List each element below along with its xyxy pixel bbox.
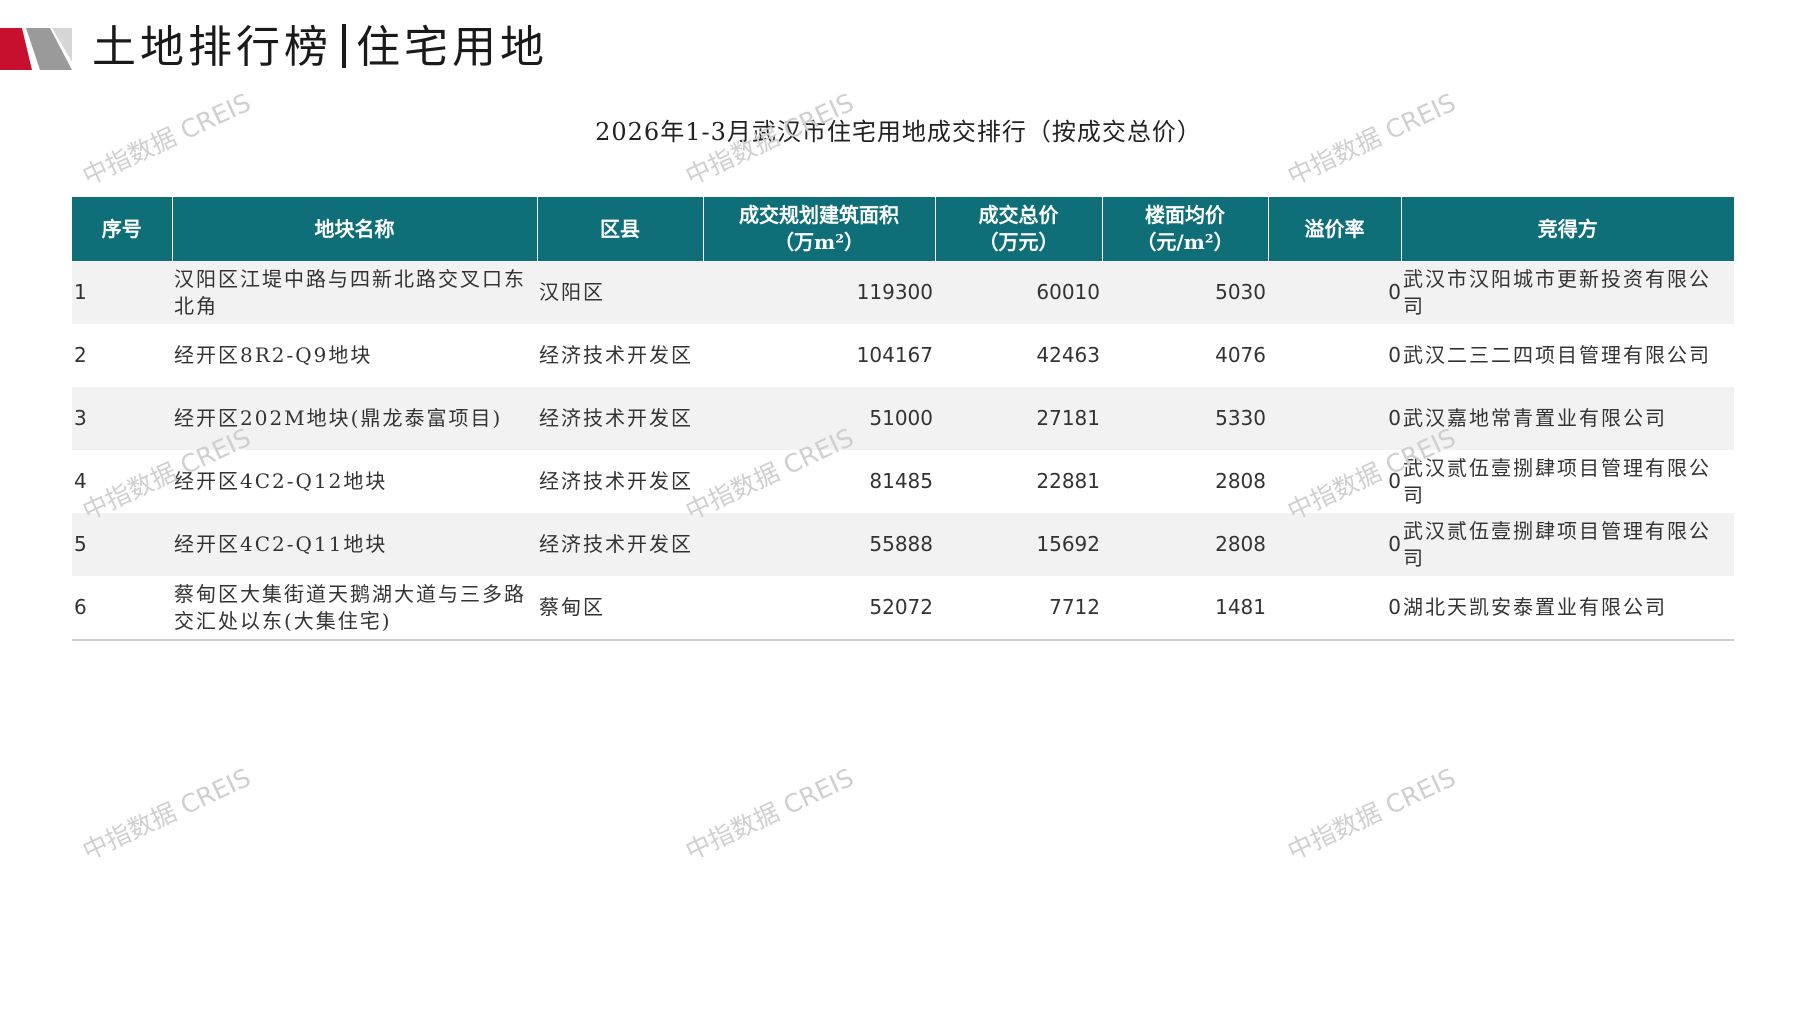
cell-rank: 3 — [72, 387, 172, 450]
cell-winner: 武汉贰伍壹捌肆项目管理有限公司 — [1401, 450, 1734, 513]
header-unit-price: 楼面均价 （元/m²） — [1102, 197, 1269, 261]
cell-rank: 5 — [72, 513, 172, 576]
cell-winner: 武汉市汉阳城市更新投资有限公司 — [1401, 261, 1734, 324]
header-winner: 竞得方 — [1401, 197, 1734, 261]
cell-parcel-name: 经开区4C2-Q11地块 — [172, 513, 537, 576]
cell-parcel-name: 经开区8R2-Q9地块 — [172, 324, 537, 387]
cell-district: 经济技术开发区 — [537, 450, 703, 513]
cell-premium-rate: 0 — [1268, 324, 1401, 387]
table-row: 1 汉阳区江堤中路与四新北路交叉口东北角 汉阳区 119300 60010 50… — [72, 261, 1734, 324]
ranking-table: 序号 地块名称 区县 成交规划建筑面积 （万m²） 成交总价 （万元） 楼面均价 （元… — [72, 197, 1734, 641]
cell-unit-price: 2808 — [1102, 450, 1268, 513]
cell-district: 蔡甸区 — [537, 576, 703, 641]
header-area: 成交规划建筑面积 （万m²） — [703, 197, 936, 261]
cell-premium-rate: 0 — [1268, 261, 1401, 324]
table-row: 4 经开区4C2-Q12地块 经济技术开发区 81485 22881 2808 … — [72, 450, 1734, 513]
table-row: 5 经开区4C2-Q11地块 经济技术开发区 55888 15692 2808 … — [72, 513, 1734, 576]
cell-unit-price: 1481 — [1102, 576, 1268, 641]
cell-premium-rate: 0 — [1268, 387, 1401, 450]
cell-total-price: 22881 — [935, 450, 1102, 513]
header-district: 区县 — [537, 197, 704, 261]
cell-area: 55888 — [703, 513, 935, 576]
cell-winner: 武汉贰伍壹捌肆项目管理有限公司 — [1401, 513, 1734, 576]
cell-parcel-name: 经开区202M地块(鼎龙泰富项目) — [172, 387, 537, 450]
cell-winner: 武汉嘉地常青置业有限公司 — [1401, 387, 1734, 450]
watermark: 中指数据 CREIS — [78, 762, 256, 866]
cell-winner: 湖北天凯安泰置业有限公司 — [1401, 576, 1734, 641]
title-separator — [342, 24, 346, 68]
table-row: 2 经开区8R2-Q9地块 经济技术开发区 104167 42463 4076 … — [72, 324, 1734, 387]
cell-total-price: 7712 — [935, 576, 1102, 641]
cell-area: 81485 — [703, 450, 935, 513]
header-total-price: 成交总价 （万元） — [935, 197, 1103, 261]
watermark: 中指数据 CREIS — [681, 762, 859, 866]
cell-unit-price: 5030 — [1102, 261, 1268, 324]
cell-unit-price: 4076 — [1102, 324, 1268, 387]
brand-logo-icon — [0, 28, 72, 70]
cell-area: 52072 — [703, 576, 935, 641]
table-caption: 2026年1-3月武汉市住宅用地成交排行（按成交总价） — [595, 118, 1202, 146]
page-title: 土地排行榜 住宅用地 — [92, 18, 548, 78]
cell-winner: 武汉二三二四项目管理有限公司 — [1401, 324, 1734, 387]
table-header-row: 序号 地块名称 区县 成交规划建筑面积 （万m²） 成交总价 （万元） 楼面均价 （元… — [72, 197, 1734, 261]
table-row: 3 经开区202M地块(鼎龙泰富项目) 经济技术开发区 51000 27181 … — [72, 387, 1734, 450]
cell-parcel-name: 汉阳区江堤中路与四新北路交叉口东北角 — [172, 261, 537, 324]
cell-rank: 6 — [72, 576, 172, 641]
cell-premium-rate: 0 — [1268, 576, 1401, 641]
cell-unit-price: 2808 — [1102, 513, 1268, 576]
header-premium-rate: 溢价率 — [1268, 197, 1402, 261]
cell-area: 51000 — [703, 387, 935, 450]
cell-premium-rate: 0 — [1268, 450, 1401, 513]
cell-total-price: 27181 — [935, 387, 1102, 450]
cell-area: 119300 — [703, 261, 935, 324]
cell-parcel-name: 蔡甸区大集街道天鹅湖大道与三多路交汇处以东(大集住宅) — [172, 576, 537, 641]
page-title-main: 土地排行榜 — [92, 22, 332, 73]
header-rank: 序号 — [72, 197, 173, 261]
cell-district: 经济技术开发区 — [537, 324, 703, 387]
watermark: 中指数据 CREIS — [1283, 762, 1461, 866]
table-row: 6 蔡甸区大集街道天鹅湖大道与三多路交汇处以东(大集住宅) 蔡甸区 52072 … — [72, 576, 1734, 641]
cell-parcel-name: 经开区4C2-Q12地块 — [172, 450, 537, 513]
cell-rank: 1 — [72, 261, 172, 324]
cell-area: 104167 — [703, 324, 935, 387]
cell-total-price: 60010 — [935, 261, 1102, 324]
cell-district: 经济技术开发区 — [537, 387, 703, 450]
cell-premium-rate: 0 — [1268, 513, 1401, 576]
cell-rank: 4 — [72, 450, 172, 513]
cell-rank: 2 — [72, 324, 172, 387]
cell-total-price: 42463 — [935, 324, 1102, 387]
cell-district: 汉阳区 — [537, 261, 703, 324]
cell-total-price: 15692 — [935, 513, 1102, 576]
cell-district: 经济技术开发区 — [537, 513, 703, 576]
page-title-sub: 住宅用地 — [356, 22, 548, 73]
header-parcel-name: 地块名称 — [172, 197, 538, 261]
cell-unit-price: 5330 — [1102, 387, 1268, 450]
